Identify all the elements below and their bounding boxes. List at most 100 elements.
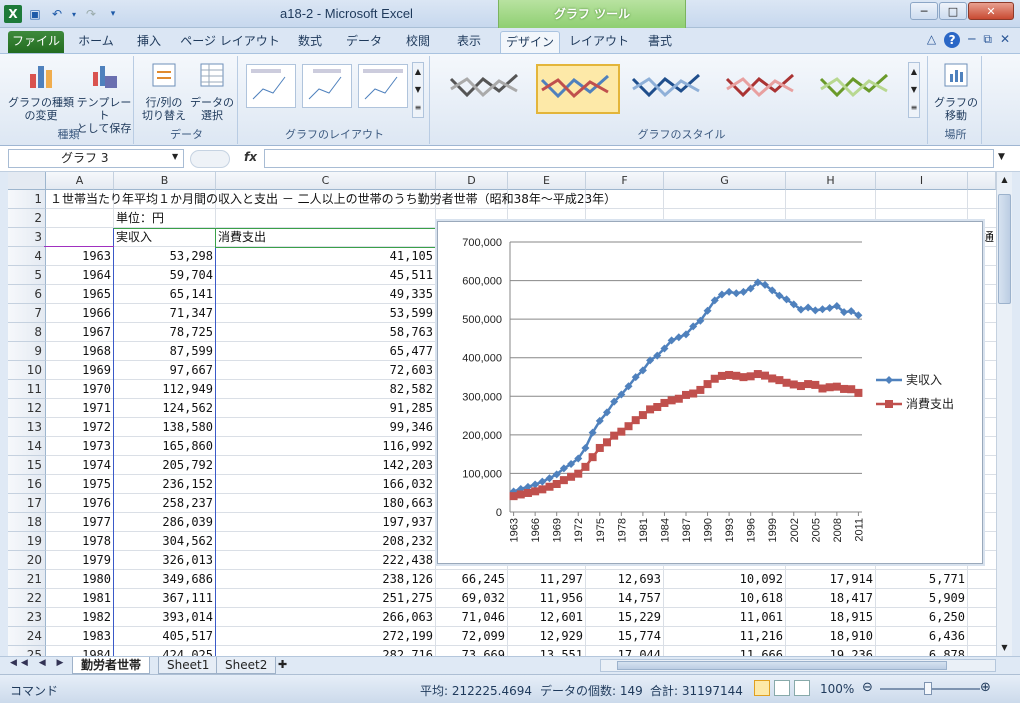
- minimize-ribbon-icon[interactable]: △: [927, 32, 936, 48]
- sheet-tab-sheet1[interactable]: Sheet1: [158, 657, 219, 674]
- row-header[interactable]: 10: [8, 361, 46, 380]
- row-header[interactable]: 15: [8, 456, 46, 475]
- table-cell[interactable]: 19,236: [786, 646, 876, 656]
- zoom-out-icon[interactable]: ⊖: [862, 680, 873, 695]
- table-cell[interactable]: 69,032: [436, 589, 508, 608]
- unit-label[interactable]: 単位：円: [116, 209, 164, 228]
- tab-data[interactable]: データ: [338, 31, 390, 53]
- column-header-d[interactable]: D: [436, 172, 508, 190]
- zoom-slider-thumb[interactable]: [924, 682, 932, 695]
- normal-view-icon[interactable]: [754, 680, 770, 696]
- table-cell[interactable]: 1977: [46, 513, 114, 532]
- chart-style-red[interactable]: [722, 64, 806, 114]
- table-cell[interactable]: 349,686: [114, 570, 216, 589]
- table-cell[interactable]: 1981: [46, 589, 114, 608]
- table-cell[interactable]: 18,417: [786, 589, 876, 608]
- column-header-b[interactable]: B: [114, 172, 216, 190]
- column-header-g[interactable]: G: [664, 172, 786, 190]
- table-cell[interactable]: 197,937: [216, 513, 436, 532]
- table-cell[interactable]: 1966: [46, 304, 114, 323]
- table-cell[interactable]: 49,335: [216, 285, 436, 304]
- table-cell[interactable]: 1963: [46, 247, 114, 266]
- table-cell[interactable]: 99,346: [216, 418, 436, 437]
- row-header[interactable]: 7: [8, 304, 46, 323]
- table-cell[interactable]: 59,704: [114, 266, 216, 285]
- zoom-in-icon[interactable]: ⊕: [980, 680, 991, 695]
- chart-style-default[interactable]: [536, 64, 620, 114]
- row-header[interactable]: 6: [8, 285, 46, 304]
- table-cell[interactable]: 73,669: [436, 646, 508, 656]
- row-header[interactable]: 8: [8, 323, 46, 342]
- chart-layout-3[interactable]: [358, 64, 408, 108]
- row-header[interactable]: 5: [8, 266, 46, 285]
- table-cell[interactable]: 15,774: [586, 627, 664, 646]
- table-cell[interactable]: 1976: [46, 494, 114, 513]
- table-cell[interactable]: 82,582: [216, 380, 436, 399]
- table-cell[interactable]: 1980: [46, 570, 114, 589]
- row-header[interactable]: 3: [8, 228, 46, 247]
- table-cell[interactable]: 65,141: [114, 285, 216, 304]
- table-cell[interactable]: 13,551: [508, 646, 586, 656]
- table-cell[interactable]: 5,909: [876, 589, 968, 608]
- column-header-a[interactable]: A: [46, 172, 114, 190]
- select-data-button[interactable]: データの 選択: [188, 60, 236, 122]
- table-cell[interactable]: 10,092: [664, 570, 786, 589]
- row-header[interactable]: 19: [8, 532, 46, 551]
- row-header[interactable]: 25: [8, 646, 46, 656]
- row-header[interactable]: 23: [8, 608, 46, 627]
- table-cell[interactable]: 1964: [46, 266, 114, 285]
- table-cell[interactable]: 112,949: [114, 380, 216, 399]
- sheet-tab-sheet2[interactable]: Sheet2: [216, 657, 277, 674]
- workbook-restore-icon[interactable]: ⧉: [983, 32, 992, 48]
- tab-file[interactable]: ファイル: [8, 31, 64, 53]
- table-cell[interactable]: 1983: [46, 627, 114, 646]
- tab-view[interactable]: 表示: [446, 31, 492, 53]
- table-cell[interactable]: 1975: [46, 475, 114, 494]
- table-cell[interactable]: 166,032: [216, 475, 436, 494]
- horizontal-scroll-thumb[interactable]: [617, 661, 947, 670]
- insert-sheet-icon[interactable]: ✚: [278, 658, 287, 671]
- style-gallery-scroll[interactable]: ▲ ▼ ≡: [908, 62, 920, 118]
- table-cell[interactable]: 142,203: [216, 456, 436, 475]
- name-box[interactable]: グラフ 3: [8, 149, 184, 168]
- table-cell[interactable]: 1984: [46, 646, 114, 656]
- table-cell[interactable]: 304,562: [114, 532, 216, 551]
- table-cell[interactable]: 91,285: [216, 399, 436, 418]
- table-cell[interactable]: 11,297: [508, 570, 586, 589]
- table-cell[interactable]: 66,245: [436, 570, 508, 589]
- column-header-f[interactable]: F: [586, 172, 664, 190]
- table-cell[interactable]: 1973: [46, 437, 114, 456]
- table-cell[interactable]: 41,105: [216, 247, 436, 266]
- page-break-view-icon[interactable]: [794, 680, 810, 696]
- table-cell[interactable]: 393,014: [114, 608, 216, 627]
- tab-design[interactable]: デザイン: [500, 31, 560, 53]
- row-header[interactable]: 4: [8, 247, 46, 266]
- undo-icon[interactable]: ↶: [48, 5, 66, 23]
- page-layout-view-icon[interactable]: [774, 680, 790, 696]
- table-cell[interactable]: 1971: [46, 399, 114, 418]
- table-cell[interactable]: 5,771: [876, 570, 968, 589]
- table-cell[interactable]: 72,603: [216, 361, 436, 380]
- table-cell[interactable]: 12,929: [508, 627, 586, 646]
- row-header[interactable]: 20: [8, 551, 46, 570]
- row-header[interactable]: 17: [8, 494, 46, 513]
- name-box-dropdown-icon[interactable]: ▼: [172, 152, 178, 161]
- select-all-corner[interactable]: [8, 172, 46, 190]
- table-cell[interactable]: 18,915: [786, 608, 876, 627]
- insert-function-icon[interactable]: fx: [244, 150, 257, 164]
- vertical-scroll-thumb[interactable]: [998, 194, 1011, 304]
- formula-bar-resize-handle[interactable]: [190, 150, 230, 168]
- vertical-scrollbar[interactable]: ▲ ▼: [996, 172, 1012, 656]
- table-cell[interactable]: 326,013: [114, 551, 216, 570]
- header-actual-income[interactable]: 実収入: [116, 228, 152, 247]
- row-header[interactable]: 9: [8, 342, 46, 361]
- table-cell[interactable]: 14,757: [586, 589, 664, 608]
- table-cell[interactable]: 238,126: [216, 570, 436, 589]
- customize-qat-icon[interactable]: ▾: [104, 5, 122, 23]
- table-cell[interactable]: 1969: [46, 361, 114, 380]
- table-cell[interactable]: 424,025: [114, 646, 216, 656]
- table-cell[interactable]: 116,992: [216, 437, 436, 456]
- sheet-tab-workers[interactable]: 勤労者世帯: [72, 657, 151, 674]
- close-button[interactable]: ✕: [968, 2, 1014, 20]
- table-cell[interactable]: 18,910: [786, 627, 876, 646]
